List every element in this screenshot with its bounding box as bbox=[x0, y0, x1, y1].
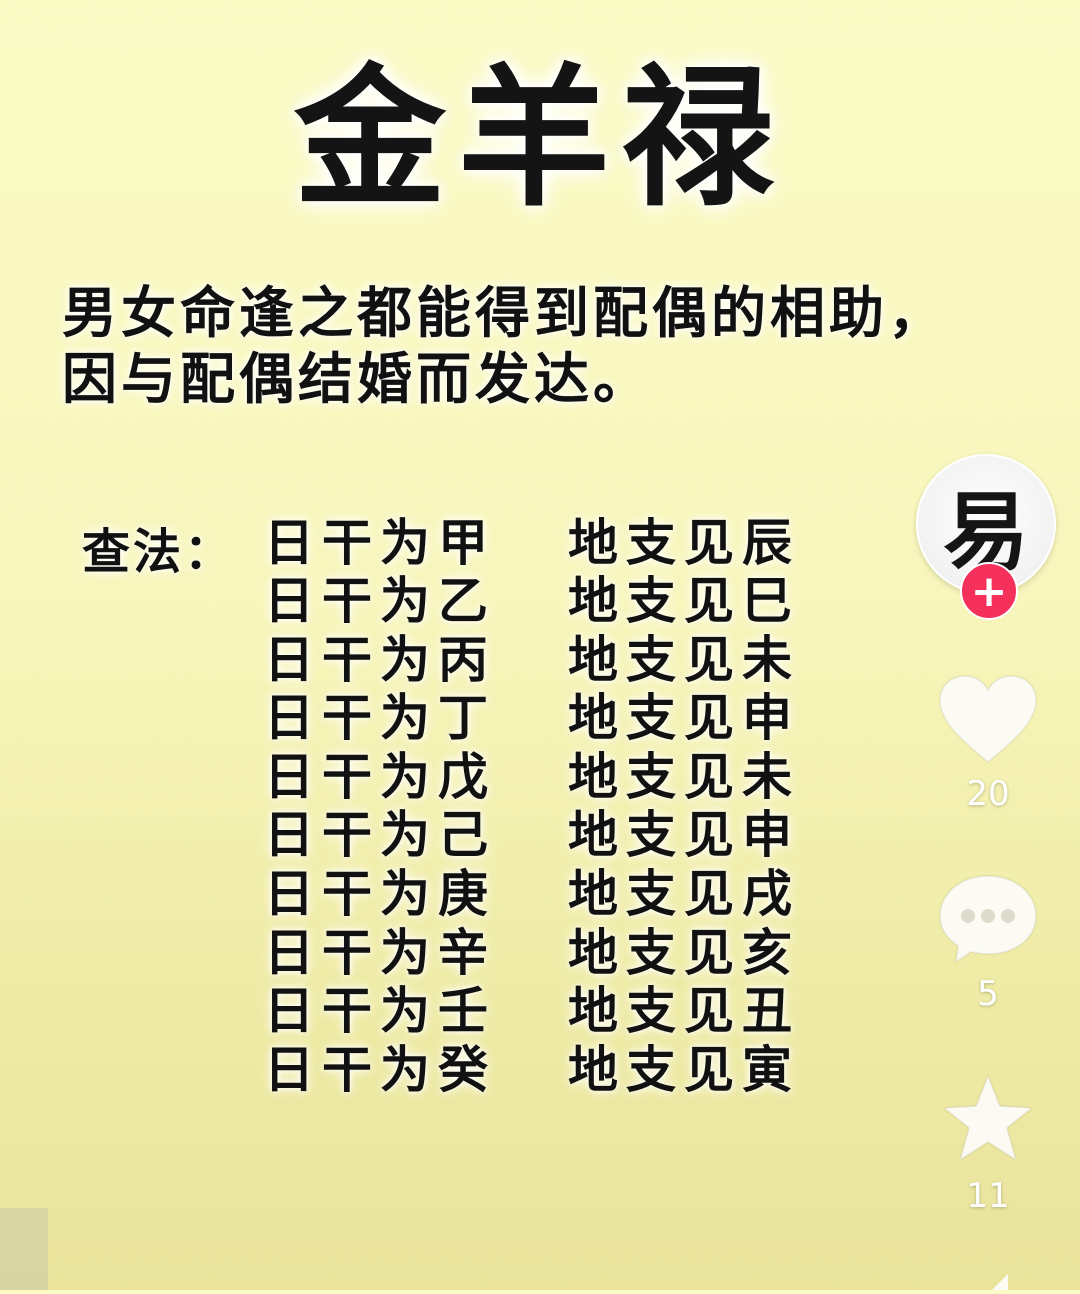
method-label: 查法： bbox=[82, 524, 236, 580]
favorite-button[interactable] bbox=[936, 1072, 1040, 1168]
description-line: 因与配偶结婚而发达。 bbox=[62, 346, 653, 411]
comment-count: 5 bbox=[977, 974, 999, 1014]
rule-branch: 地支见辰 bbox=[568, 513, 800, 572]
heart-icon bbox=[938, 674, 1038, 764]
rule-branch: 地支见丑 bbox=[568, 981, 800, 1040]
corner-overlay bbox=[0, 1208, 48, 1290]
rule-branch: 地支见亥 bbox=[568, 923, 800, 982]
rule-branch: 地支见申 bbox=[568, 688, 800, 747]
rule-stem: 日干为乙 bbox=[264, 571, 496, 630]
rule-stem: 日干为己 bbox=[264, 805, 496, 864]
rule-branch: 地支见戌 bbox=[568, 864, 800, 923]
rule-stem: 日干为辛 bbox=[264, 923, 496, 982]
comment-button[interactable] bbox=[936, 870, 1040, 966]
rule-stem: 日干为丙 bbox=[264, 630, 496, 689]
favorite-count: 11 bbox=[966, 1176, 1010, 1216]
like-count: 20 bbox=[966, 774, 1010, 814]
rule-branch: 地支见申 bbox=[568, 805, 800, 864]
rule-stem: 日干为甲 bbox=[264, 513, 496, 572]
description-line: 男女命逢之都能得到配偶的相助， bbox=[62, 280, 948, 345]
description: 男女命逢之都能得到配偶的相助， 因与配偶结婚而发达。 bbox=[62, 280, 1022, 412]
like-button[interactable] bbox=[936, 672, 1040, 768]
page-title: 金羊禄 bbox=[294, 48, 786, 227]
rule-stem: 日干为庚 bbox=[264, 864, 496, 923]
rule-branch: 地支见寅 bbox=[568, 1040, 800, 1099]
comment-icon bbox=[938, 874, 1038, 965]
rule-stem: 日干为戊 bbox=[264, 747, 496, 806]
rule-branch: 地支见未 bbox=[568, 630, 800, 689]
share-icon bbox=[992, 1274, 1008, 1290]
rule-branch: 地支见巳 bbox=[568, 571, 800, 630]
rule-stem: 日干为丁 bbox=[264, 688, 496, 747]
rule-stem: 日干为壬 bbox=[264, 981, 496, 1040]
rule-stem: 日干为癸 bbox=[264, 1040, 496, 1099]
follow-button[interactable]: + bbox=[960, 562, 1018, 620]
star-icon bbox=[943, 1075, 1033, 1161]
share-button[interactable] bbox=[984, 1262, 1024, 1290]
rule-branch: 地支见未 bbox=[568, 747, 800, 806]
